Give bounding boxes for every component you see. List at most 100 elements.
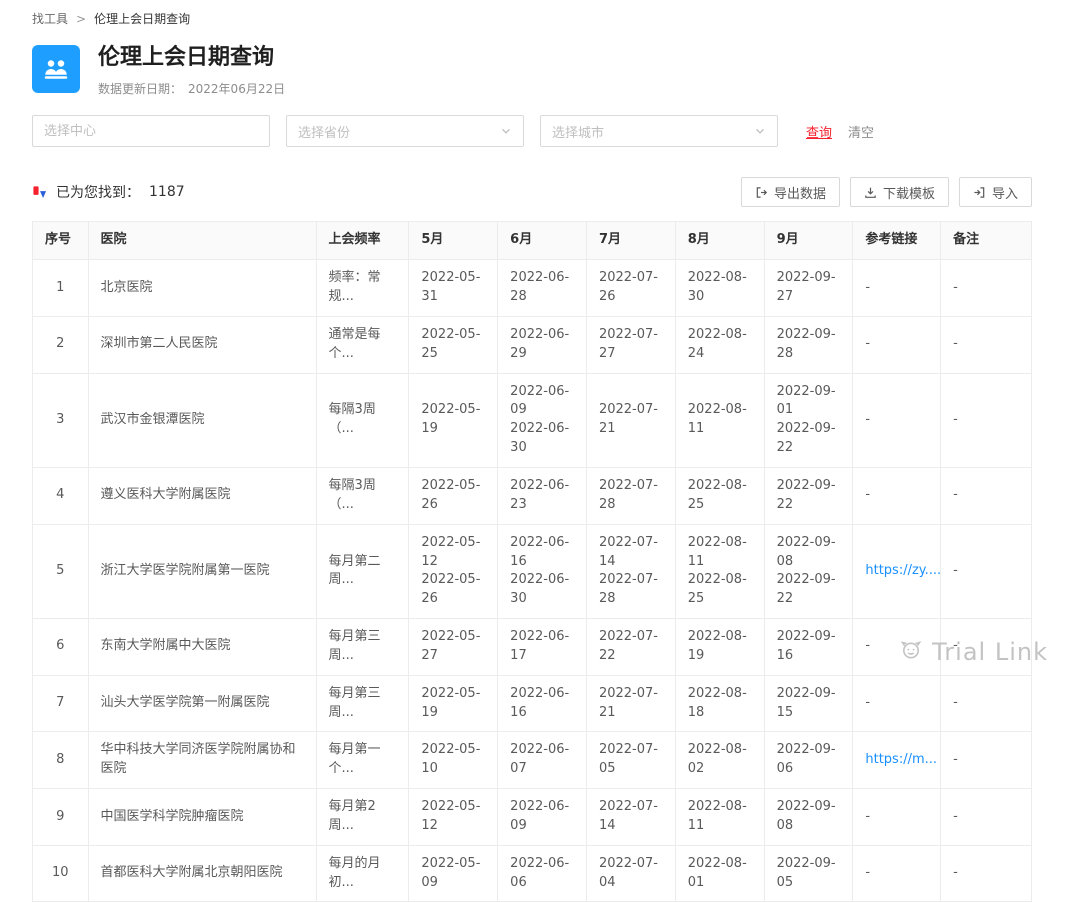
results-actions: 导出数据 下载模板 导入 — [740, 177, 1032, 208]
download-template-button[interactable]: 下载模板 — [849, 177, 949, 208]
table-cell: - — [852, 466, 942, 525]
table-cell: - — [940, 618, 1032, 676]
table-cell: 2022-05-10 — [408, 731, 499, 790]
table-cell: 10 — [32, 844, 89, 902]
table-cell: 2022-05-31 — [408, 259, 499, 317]
table-header-cell: 序号 — [32, 221, 89, 261]
table-cell: 2 — [32, 315, 89, 374]
table-cell: 2022-05-19 — [408, 674, 499, 733]
table-cell: 2022-09-08 — [763, 788, 854, 846]
table-cell: 8 — [32, 731, 89, 790]
table-cell: 2022-07-21 — [585, 674, 676, 733]
table-cell: - — [852, 674, 942, 733]
table-cell: 2022-06-07 — [497, 731, 587, 790]
reference-link[interactable]: https://m... — [865, 752, 937, 767]
table-row: 4 遵义医科大学附属医院 每隔3周（... 2022-05-26 2022-06-23 2… — [32, 466, 1032, 525]
results-found-label: 已为您找到： — [56, 185, 140, 202]
table-header-cell: 9月 — [763, 221, 854, 261]
table-cell: 2022-05-19 — [408, 372, 499, 468]
download-template-label: 下载模板 — [882, 186, 935, 202]
header-text: 伦理上会日期查询 数据更新日期： 2022年06月22日 — [98, 45, 285, 97]
table-cell: 2022-09-28 — [763, 315, 854, 374]
table-row: 7 汕头大学医学院第一附属医院 每月第三周... 2022-05-19 2022-06-… — [32, 674, 1032, 733]
table-cell: 东南大学附属中大医院 — [87, 618, 317, 676]
table-cell: 2022-06-16 2022-06-30 — [497, 523, 587, 620]
update-date-label: 数据更新日期： — [98, 82, 183, 97]
table-header-cell: 7月 — [585, 221, 676, 261]
import-label: 导入 — [991, 186, 1018, 202]
page: 找工具 > 伦理上会日期查询 伦理上会日期查询 数据更新日期： 2022年06月… — [32, 0, 1032, 902]
update-date-value: 2022年06月22日 — [188, 82, 286, 97]
table-cell: 2022-08-02 — [674, 731, 765, 790]
export-data-label: 导出数据 — [773, 186, 826, 202]
table-cell: 每隔3周（... — [315, 372, 410, 468]
table-cell: 2022-08-24 — [674, 315, 765, 374]
table-cell: 汕头大学医学院第一附属医院 — [87, 674, 317, 733]
table-cell: 2022-06-16 — [497, 674, 587, 733]
table-row: 10 首都医科大学附属北京朝阳医院 每月的月初... 2022-05-09 2022-0… — [32, 844, 1032, 902]
table-cell: - — [940, 674, 1032, 733]
province-select[interactable]: 选择省份 — [286, 115, 524, 148]
center-search-input[interactable] — [32, 115, 270, 148]
table-cell: 2022-07-21 — [585, 372, 676, 468]
table-cell: 每月第2周... — [315, 788, 410, 846]
results-count: 1187 — [149, 184, 185, 201]
search-button[interactable]: 查询 — [806, 122, 832, 141]
filter-bar: 选择省份 选择城市 查询 清空 — [32, 115, 1032, 148]
update-date: 数据更新日期： 2022年06月22日 — [98, 80, 285, 97]
table-cell: 通常是每个... — [315, 315, 410, 374]
city-select[interactable]: 选择城市 — [540, 115, 778, 148]
table-cell: 2022-07-22 — [585, 618, 676, 676]
table-header-cell: 备注 — [940, 221, 1032, 261]
table-cell: 2022-06-28 — [497, 259, 587, 317]
table-cell: 每隔3周（... — [315, 466, 410, 525]
table-cell: 每月第三周... — [315, 674, 410, 733]
table-cell: 1 — [32, 259, 89, 317]
table-cell: 首都医科大学附属北京朝阳医院 — [87, 844, 317, 902]
export-data-button[interactable]: 导出数据 — [740, 177, 840, 208]
table-header-cell: 6月 — [497, 221, 587, 261]
chevron-down-icon — [500, 125, 512, 137]
clear-button[interactable]: 清空 — [848, 122, 874, 141]
meeting-people-icon — [32, 45, 80, 93]
table-cell: 2022-06-23 — [497, 466, 587, 525]
table-cell: - — [852, 788, 942, 846]
table-cell: 每月第三周... — [315, 618, 410, 676]
table-cell: 9 — [32, 788, 89, 846]
table-cell: 2022-05-26 — [408, 466, 499, 525]
table-cell: - — [852, 618, 942, 676]
breadcrumb-separator: > — [76, 11, 87, 26]
results-bar: 已为您找到： 1187 导出数据 下载模板 导入 — [32, 177, 1032, 208]
table-cell: 3 — [32, 372, 89, 468]
import-button[interactable]: 导入 — [958, 177, 1032, 208]
table-cell: 6 — [32, 618, 89, 676]
reference-link[interactable]: https://zy.... — [865, 563, 939, 578]
table-cell: 2022-09-15 — [763, 674, 854, 733]
table-cell: 2022-08-19 — [674, 618, 765, 676]
table-cell: 2022-08-30 — [674, 259, 765, 317]
table-cell: - — [940, 523, 1032, 620]
table-cell: 遵义医科大学附属医院 — [87, 466, 317, 525]
table-cell: 7 — [32, 674, 89, 733]
table-cell: 2022-07-14 2022-07-28 — [585, 523, 676, 620]
chevron-down-icon — [754, 125, 766, 137]
table-cell: 2022-09-08 2022-09-22 — [763, 523, 854, 620]
breadcrumb-tools-link[interactable]: 找工具 — [32, 10, 68, 27]
table-cell: 2022-07-05 — [585, 731, 676, 790]
table-cell: 2022-09-22 — [763, 466, 854, 525]
table-cell: 2022-08-01 — [674, 844, 765, 902]
table-cell: 2022-08-11 — [674, 372, 765, 468]
table-cell: 每月的月初... — [315, 844, 410, 902]
table-cell: 2022-06-09 2022-06-30 — [497, 372, 587, 468]
table-cell: - — [852, 259, 942, 317]
result-count-icon — [32, 185, 47, 200]
table-cell: 2022-07-27 — [585, 315, 676, 374]
table-cell: 北京医院 — [87, 259, 317, 317]
table-cell: 2022-08-18 — [674, 674, 765, 733]
import-icon — [973, 186, 986, 199]
table-cell: - — [852, 315, 942, 374]
table-cell: 2022-09-01 2022-09-22 — [763, 372, 854, 468]
table-cell: 2022-05-27 — [408, 618, 499, 676]
table-header-cell: 8月 — [674, 221, 765, 261]
table-cell: 5 — [32, 523, 89, 620]
